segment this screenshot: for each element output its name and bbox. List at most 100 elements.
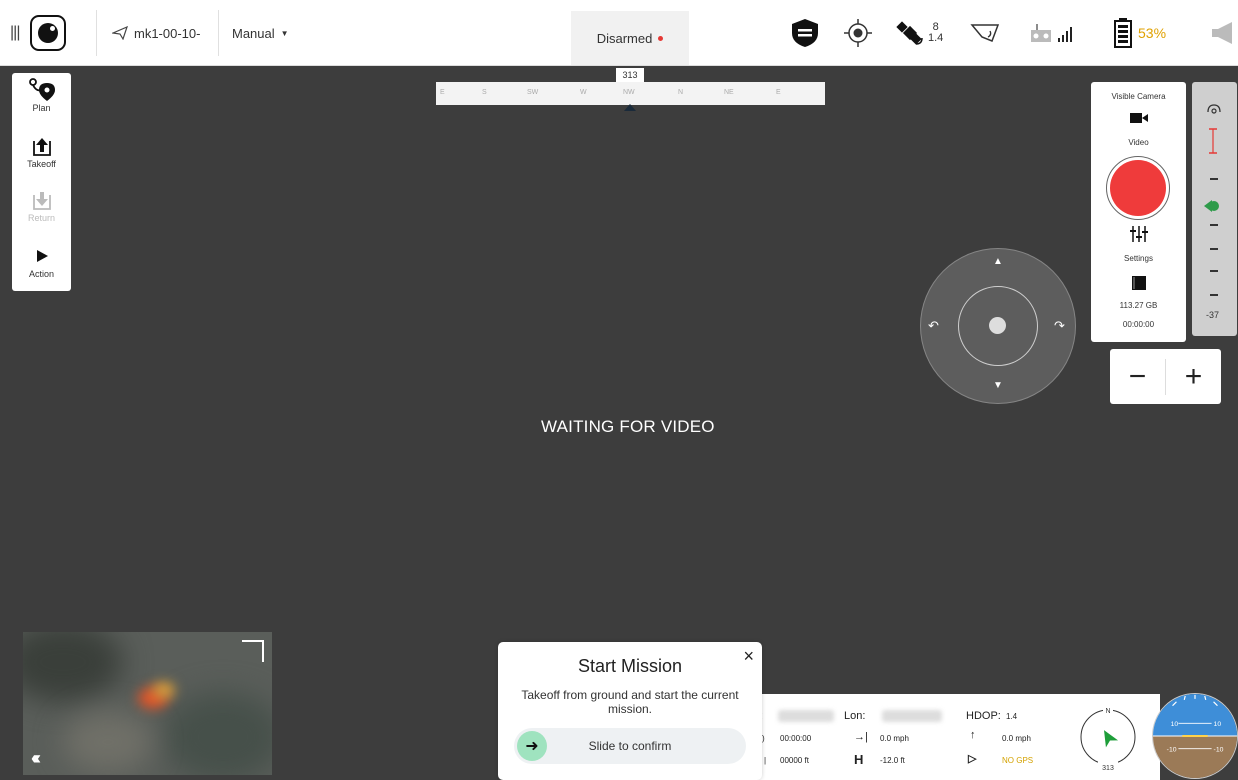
gimbal-reset-icon[interactable] [1205, 102, 1223, 121]
lon-label: Lon: [844, 710, 866, 722]
heading-value: 313 [616, 68, 644, 82]
zoom-in-button[interactable]: + [1166, 361, 1221, 392]
top-bar: ||| mk1-00-10- Manual ▼ Disarmed 8 1.4 5… [0, 0, 1238, 66]
return-label: Return [27, 213, 55, 223]
plan-label: Plan [32, 103, 51, 113]
gimbal-position-icon[interactable] [1202, 198, 1220, 219]
record-button[interactable] [1106, 156, 1170, 220]
rc-link-icon[interactable] [970, 18, 1002, 48]
video-camera-icon[interactable] [1091, 112, 1186, 126]
pitch-down-right: -10 [1214, 747, 1224, 754]
action-label: Action [28, 269, 54, 279]
flight-mode-dropdown[interactable]: Manual ▼ [232, 0, 289, 66]
target-icon[interactable] [843, 18, 873, 48]
distance-icon: | [764, 756, 767, 765]
action-button[interactable]: Action [12, 243, 71, 279]
joystick-knob[interactable] [989, 317, 1006, 334]
arrow-right-icon[interactable]: ➜ [517, 731, 547, 761]
compass-rose: N 313 [1080, 705, 1136, 773]
height-icon: H [854, 752, 864, 767]
camera-mode-label: Video [1128, 138, 1149, 147]
arm-status[interactable]: Disarmed [571, 11, 689, 65]
rotate-right-icon[interactable]: ↷ [1054, 318, 1065, 334]
satellite-status[interactable]: 8 1.4 [896, 18, 943, 48]
minimap[interactable]: ‹‹‹ [23, 632, 272, 775]
slide-to-confirm[interactable]: Slide to confirm ➜ [514, 728, 746, 764]
hdop-label: HDOP: [966, 710, 1001, 722]
divider [218, 10, 219, 56]
zoom-out-button[interactable]: − [1110, 361, 1165, 392]
vehicle-name: mk1-00-10- [134, 25, 201, 41]
expand-map-icon[interactable] [242, 640, 264, 662]
vertical-speed-icon: ↑ [970, 729, 976, 741]
takeoff-button[interactable]: Takeoff [12, 133, 71, 169]
action-panel: Plan Takeoff Return Action [12, 73, 71, 291]
gimbal-control[interactable]: -37 [1192, 82, 1237, 336]
arrow-up-icon[interactable]: ▲ [993, 256, 1003, 267]
compass-label: E [440, 89, 445, 96]
remote-controller-signal[interactable] [1030, 18, 1076, 48]
shield-icon[interactable] [791, 18, 819, 48]
zoom-control: − + [1110, 349, 1221, 404]
flight-mode-label: Manual [232, 25, 275, 41]
attitude-indicator: 10 10 -10 -10 [1152, 693, 1238, 779]
play-icon [35, 243, 49, 269]
gimbal-tick [1210, 294, 1218, 296]
gimbal-tick [1210, 248, 1218, 250]
camera-panel: Visible Camera Video Settings 113.27 GB … [1091, 82, 1186, 342]
compass-heading: 313 [1102, 765, 1114, 772]
menu-icon[interactable]: ||| [10, 0, 21, 66]
gimbal-value: -37 [1206, 310, 1220, 320]
arrow-down-icon[interactable]: ▼ [993, 380, 1003, 391]
controller-icon [1031, 24, 1051, 42]
satellite-icon [896, 21, 923, 45]
divider [96, 10, 97, 56]
pitch-up-right: 10 [1214, 721, 1222, 728]
compass-strip: E S SW W NW N NE E [436, 82, 825, 105]
vehicle-selector[interactable]: mk1-00-10- [112, 0, 200, 66]
longitude-value [882, 710, 942, 722]
map-terrain [163, 692, 272, 775]
plan-button[interactable]: Plan [12, 77, 71, 113]
rotate-left-icon[interactable]: ↶ [928, 318, 939, 334]
chevron-down-icon: ▼ [280, 28, 289, 38]
compass-label: W [580, 89, 587, 96]
compass-label: S [482, 89, 487, 96]
map-terrain [63, 712, 153, 772]
compass-label: NW [623, 89, 635, 96]
satellite-hdop: 1.4 [928, 32, 944, 44]
sliders-icon[interactable] [1091, 226, 1186, 244]
signal-bars-icon [1058, 27, 1072, 42]
slider-label: Slide to confirm [588, 739, 672, 753]
paper-plane-icon [112, 26, 128, 40]
compass-north: N [1105, 708, 1110, 715]
storage-remaining: 113.27 GB [1119, 301, 1158, 310]
record-time: 00:00:00 [1122, 320, 1155, 329]
video-status: WAITING FOR VIDEO [541, 417, 715, 436]
home-distance-icon: ▷ [968, 753, 977, 765]
collapse-left-icon[interactable]: ‹‹‹ [31, 748, 41, 769]
battery-status[interactable]: 53% [1114, 18, 1166, 48]
app-logo[interactable] [30, 15, 66, 51]
takeoff-icon [31, 133, 53, 159]
flight-time-icon: ) [762, 734, 765, 743]
vertical-speed: 0.0 mph [1002, 734, 1031, 743]
gimbal-tick [1210, 270, 1218, 272]
dialog-description: Takeoff from ground and start the curren… [521, 688, 739, 716]
settings-label[interactable]: Settings [1091, 254, 1186, 263]
gimbal-tick [1210, 224, 1218, 226]
gimbal-upper-limit-icon [1209, 128, 1217, 154]
plan-icon [27, 77, 57, 103]
return-button[interactable]: Return [12, 187, 71, 223]
battery-percent: 53% [1138, 25, 1167, 41]
distance: 00000 ft [780, 756, 809, 765]
megaphone-icon[interactable] [1210, 18, 1238, 48]
height: -12.0 ft [880, 756, 905, 765]
map-vehicle-marker [153, 682, 175, 698]
horizontal-speed: 0.0 mph [880, 734, 909, 743]
return-icon [31, 187, 53, 213]
arm-status-label: Disarmed [596, 30, 653, 46]
pitch-down-left: -10 [1167, 747, 1177, 754]
gps-status: NO GPS [1002, 756, 1034, 765]
heading-pointer-icon [624, 104, 636, 111]
